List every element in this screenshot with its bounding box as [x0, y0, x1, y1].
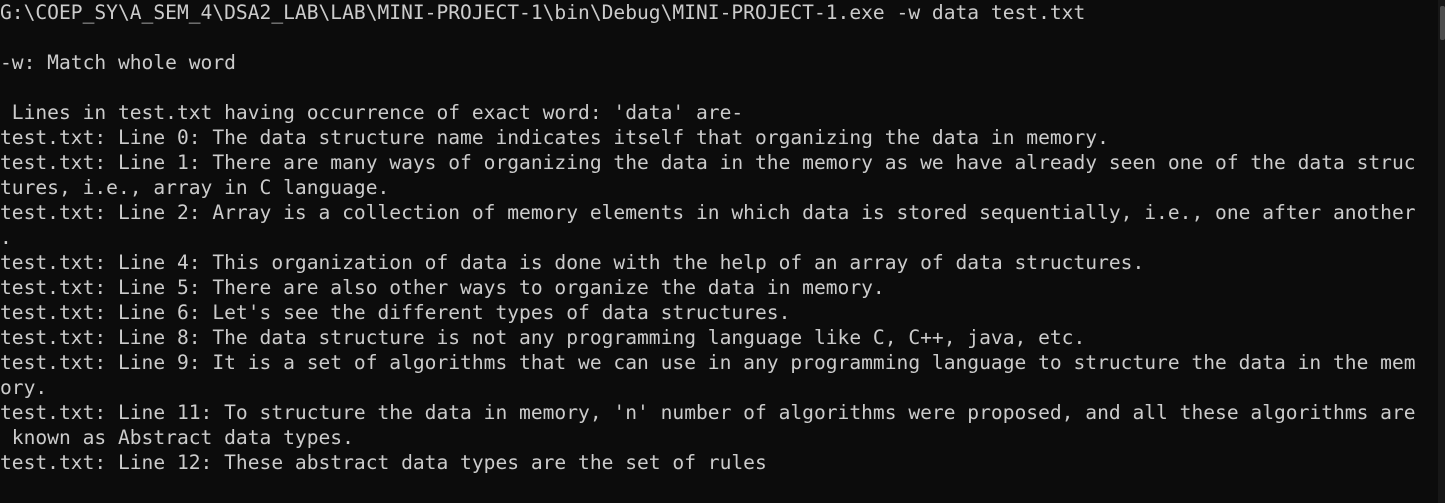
results-heading: Lines in test.txt having occurrence of e… [0, 101, 744, 124]
result-line: test.txt: Line 6: Let's see the differen… [0, 301, 791, 324]
result-line-wrap: known as Abstract data types. [0, 426, 354, 449]
result-line: test.txt: Line 11: To structure the data… [0, 401, 1416, 424]
option-description: -w: Match whole word [0, 51, 236, 74]
scrollbar-thumb[interactable] [1440, 6, 1445, 40]
result-line: test.txt: Line 5: There are also other w… [0, 276, 885, 299]
result-line: test.txt: Line 0: The data structure nam… [0, 126, 1109, 149]
result-line: test.txt: Line 4: This organization of d… [0, 251, 1145, 274]
result-line: test.txt: Line 1: There are many ways of… [0, 151, 1416, 174]
result-line-wrap: tures, i.e., array in C language. [0, 176, 390, 199]
console-window[interactable]: G:\COEP_SY\A_SEM_4\DSA2_LAB\LAB\MINI-PRO… [0, 0, 1445, 503]
result-line: test.txt: Line 9: It is a set of algorit… [0, 351, 1416, 374]
result-line: test.txt: Line 12: These abstract data t… [0, 451, 767, 474]
result-line-wrap: . [0, 226, 12, 249]
result-line: test.txt: Line 8: The data structure is … [0, 326, 1086, 349]
console-output[interactable]: G:\COEP_SY\A_SEM_4\DSA2_LAB\LAB\MINI-PRO… [0, 0, 1438, 503]
result-line-wrap: ory. [0, 376, 48, 399]
result-line: test.txt: Line 2: Array is a collection … [0, 201, 1416, 224]
command-line: G:\COEP_SY\A_SEM_4\DSA2_LAB\LAB\MINI-PRO… [0, 1, 1086, 24]
vertical-scrollbar[interactable] [1438, 0, 1445, 503]
